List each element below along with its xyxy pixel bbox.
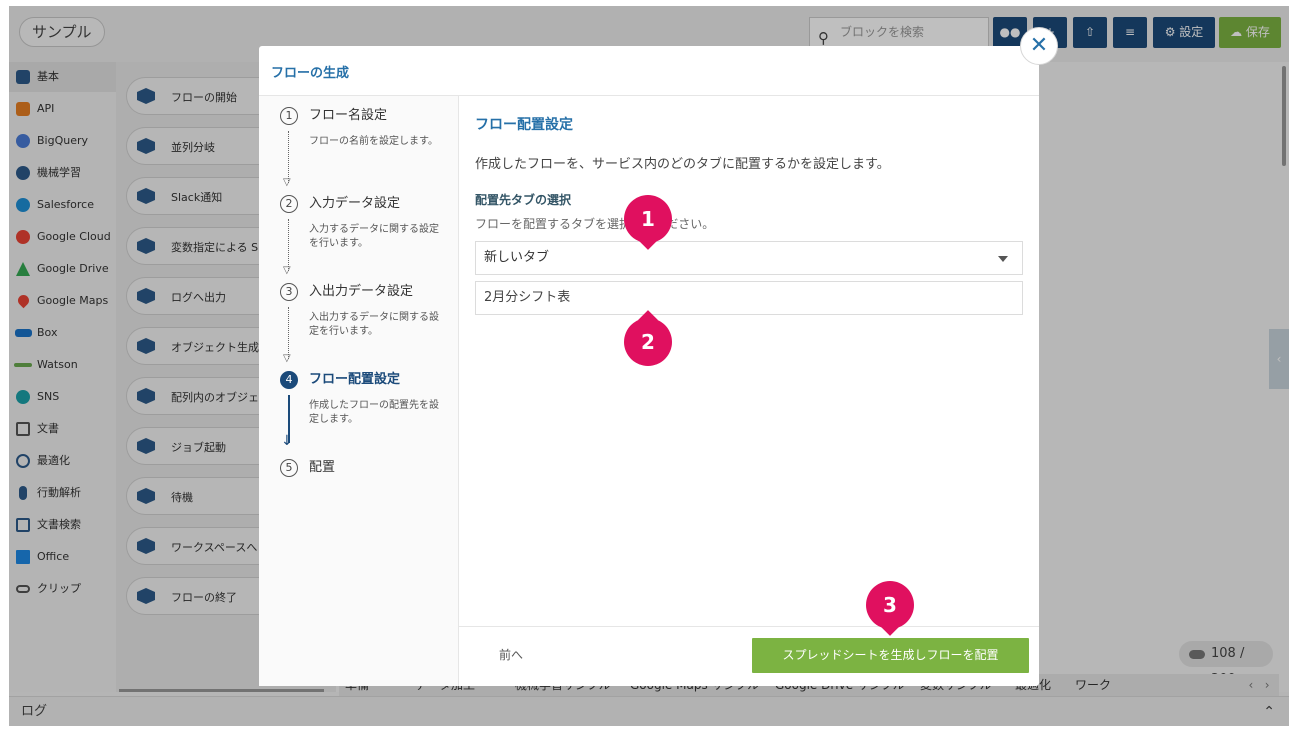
dialog-footer: 前へ スプレッドシートを生成しフローを配置 (459, 626, 1039, 686)
arrow-down-icon: ↓ (281, 433, 293, 449)
annotation-marker-3: 3 (866, 581, 914, 636)
tab-select-label: 配置先タブの選択 (475, 193, 572, 207)
dialog-title: フローの生成 (271, 66, 350, 81)
wizard-steps: 1 フロー名設定 フローの名前を設定します。 ▽ 2 入力データ設定 入力するデ… (259, 96, 459, 686)
previous-button[interactable]: 前へ (499, 646, 523, 663)
input-value: 2月分シフト表 (484, 290, 571, 305)
step-number: 4 (280, 371, 298, 389)
step-number: 3 (280, 283, 298, 301)
section-description: 作成したフローを、サービス内のどのタブに配置するかを設定します。 (475, 157, 890, 172)
new-tab-name-input[interactable]: 2月分シフト表 (475, 281, 1023, 315)
step-description: 作成したフローの配置先を設定します。 (309, 400, 439, 425)
dialog-content: フロー配置設定 作成したフローを、サービス内のどのタブに配置するかを設定します。… (459, 96, 1039, 626)
step-connector (288, 307, 289, 359)
step-title: 入出力データ設定 (309, 284, 414, 299)
step-title: 入力データ設定 (309, 196, 401, 211)
step-number: 5 (280, 459, 298, 477)
step-description: フローの名前を設定します。 (309, 136, 438, 147)
marker-number: 2 (624, 318, 672, 366)
tab-select-help: フローを配置するタブを選択してください。 (475, 217, 715, 231)
close-icon: ✕ (1029, 33, 1049, 58)
destination-tab-select[interactable]: 新しいタブ (475, 241, 1023, 275)
create-sheet-and-deploy-button[interactable]: スプレッドシートを生成しフローを配置 (752, 638, 1029, 673)
step-connector (288, 131, 289, 183)
flow-generation-dialog: フローの生成 1 フロー名設定 フローの名前を設定します。 ▽ 2 入力データ設… (259, 46, 1039, 686)
arrow-down-icon: ▽ (283, 265, 291, 276)
step-title: フロー名設定 (309, 108, 388, 123)
caret-down-icon (998, 256, 1008, 262)
step-number: 2 (280, 195, 298, 213)
close-dialog-button[interactable]: ✕ (1020, 27, 1058, 65)
marker-number: 3 (866, 581, 914, 629)
step-description: 入力するデータに関する設定を行います。 (309, 224, 439, 249)
annotation-marker-2: 2 (624, 310, 672, 366)
step-title: 配置 (309, 460, 336, 475)
step-title: フロー配置設定 (309, 372, 401, 387)
section-title: フロー配置設定 (475, 117, 573, 133)
marker-number: 1 (624, 195, 672, 243)
dialog-header: フローの生成 (259, 46, 1039, 96)
step-description: 入出力するデータに関する設定を行います。 (309, 312, 439, 337)
select-value: 新しいタブ (484, 250, 550, 265)
step-number: 1 (280, 107, 298, 125)
annotation-marker-1: 1 (624, 195, 672, 250)
arrow-down-icon: ▽ (283, 177, 291, 188)
step-connector (288, 219, 289, 271)
arrow-down-icon: ▽ (283, 353, 291, 364)
